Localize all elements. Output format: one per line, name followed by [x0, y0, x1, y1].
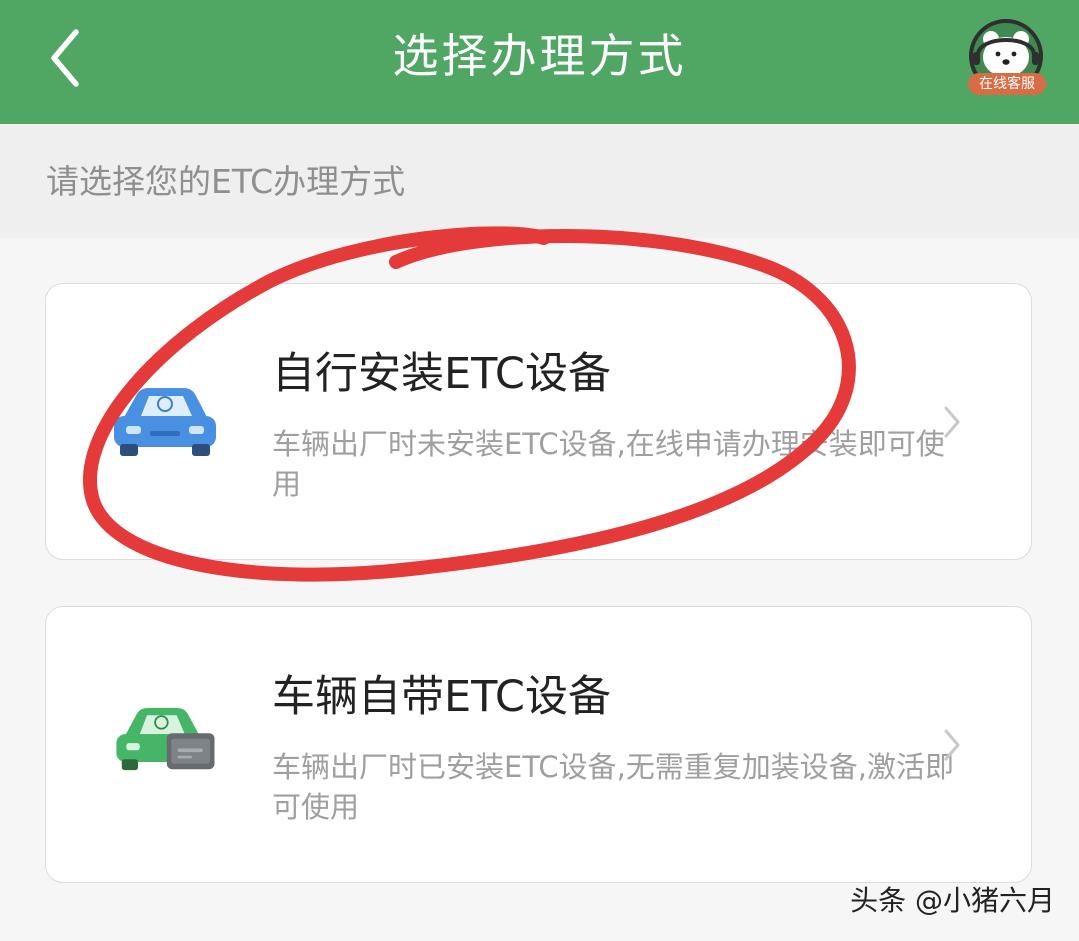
- option-description: 车辆出厂时未安装ETC设备,在线申请办理安装即可使用: [272, 427, 945, 501]
- online-service-label[interactable]: 在线客服: [968, 73, 1046, 95]
- chevron-right-icon: [944, 729, 960, 761]
- chevron-right-icon: [944, 406, 960, 438]
- watermark: 头条 @小猪六月: [850, 884, 1055, 917]
- top-app-bar: 选择办理方式 在线客服: [0, 0, 1079, 124]
- option-description: 车辆出厂时已安装ETC设备,无需重复加装设备,激活即可使用: [272, 750, 955, 824]
- option-self-install-etc[interactable]: 自行安装ETC设备 车辆出厂时未安装ETC设备,在线申请办理安装即可使用: [45, 283, 1032, 560]
- blue-car-icon: [114, 388, 216, 456]
- option-factory-etc[interactable]: 车辆自带ETC设备 车辆出厂时已安装ETC设备,无需重复加装设备,激活即可使用: [45, 606, 1032, 883]
- page: 选择办理方式 在线客服 请选择您的ETC办理方式 自行安装ETC设备 车辆出厂时…: [0, 0, 1079, 941]
- option-title: 自行安装ETC设备: [272, 349, 611, 399]
- green-car-etc-icon: [116, 708, 215, 771]
- instruction-text: 请选择您的ETC办理方式: [46, 162, 406, 201]
- option-title: 车辆自带ETC设备: [272, 672, 611, 722]
- page-title: 选择办理方式: [392, 29, 687, 83]
